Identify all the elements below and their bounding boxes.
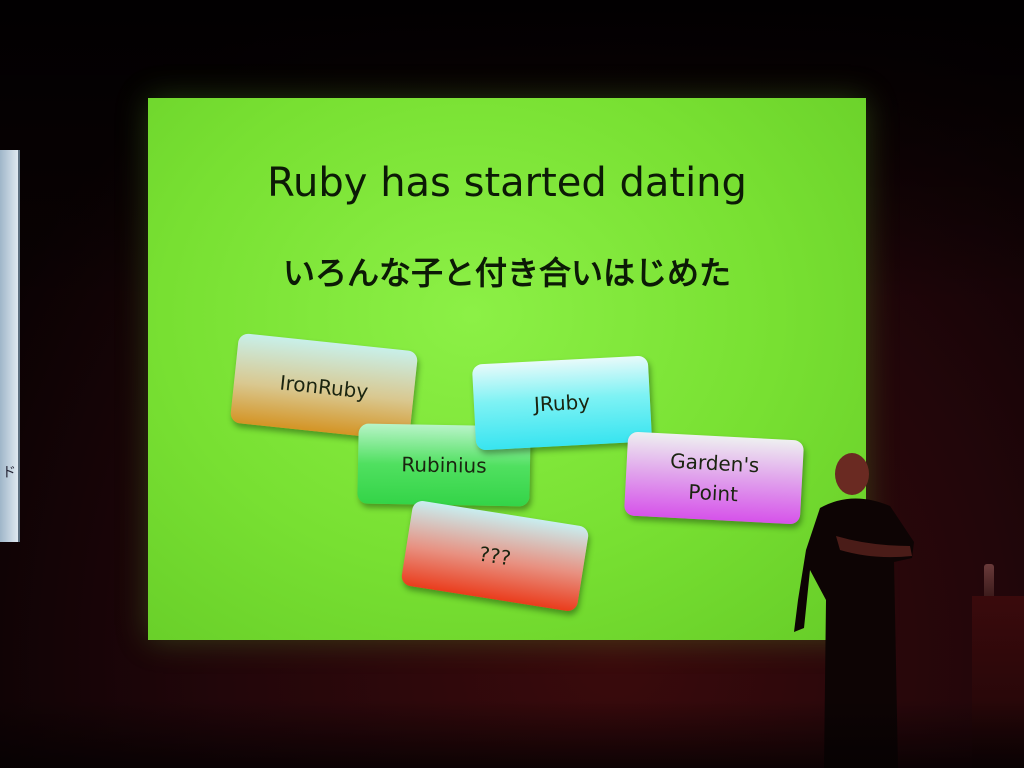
card-unknown: ??? (400, 499, 590, 613)
floor-shadow (0, 700, 1024, 768)
side-screen (0, 150, 20, 542)
projected-slide: Ruby has started dating いろんな子と付き合いはじめた I… (148, 98, 866, 640)
card-jruby-label: JRuby (533, 389, 591, 417)
card-jruby: JRuby (471, 355, 653, 451)
card-gardens-point-label: Garden's Point (668, 446, 760, 511)
slide-title: Ruby has started dating (267, 160, 747, 206)
card-gardens-point-line2: Point (687, 479, 739, 507)
side-screen-text: ド (2, 465, 16, 481)
presenter-head (835, 453, 869, 495)
presentation-room: ド Ruby has started dating いろんな子と付き合いはじめた… (0, 0, 1024, 768)
card-ironruby-label: IronRuby (278, 370, 370, 404)
card-unknown-label: ??? (477, 541, 513, 571)
card-gardens-point-line1: Garden's (669, 448, 760, 478)
slide-subtitle-japanese: いろんな子と付き合いはじめた (282, 254, 731, 292)
water-bottle (984, 564, 994, 598)
card-gardens-point: Garden's Point (623, 431, 805, 525)
card-rubinius-label: Rubinius (401, 452, 487, 478)
